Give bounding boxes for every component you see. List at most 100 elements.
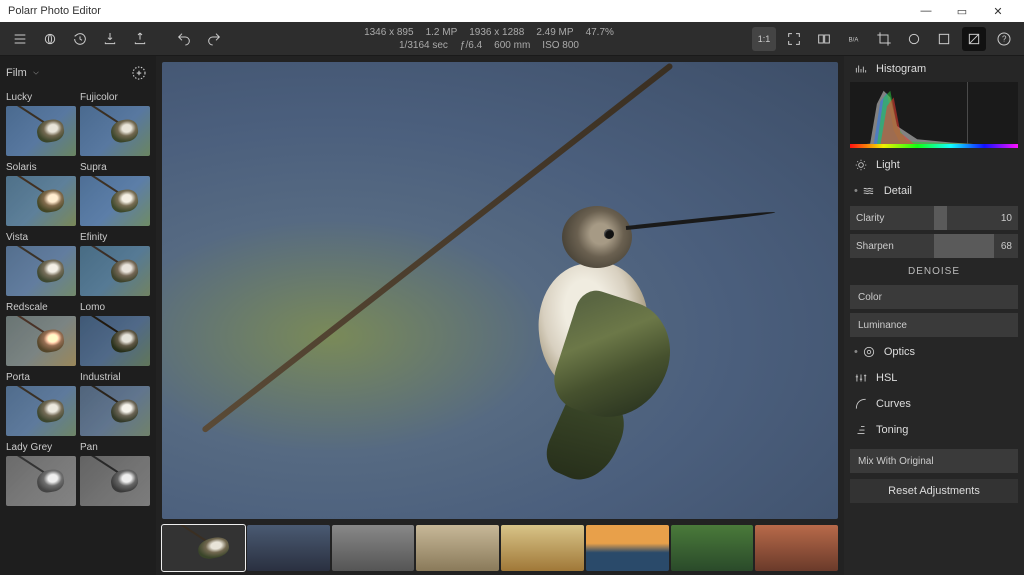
import-button[interactable] bbox=[98, 27, 122, 51]
filter-thumb bbox=[6, 316, 76, 366]
toning-panel-header[interactable]: Toning bbox=[844, 417, 1024, 443]
film-thumb[interactable] bbox=[586, 525, 669, 571]
detail-panel-header[interactable]: Detail bbox=[844, 178, 1024, 204]
undo-button[interactable] bbox=[172, 27, 196, 51]
filter-thumb bbox=[80, 456, 150, 506]
curves-icon bbox=[854, 397, 868, 411]
histogram-icon bbox=[854, 62, 868, 76]
filter-thumb bbox=[80, 386, 150, 436]
svg-text:B/A: B/A bbox=[849, 37, 859, 43]
filter-item-lomo[interactable]: Lomo bbox=[80, 300, 150, 366]
filter-thumb bbox=[6, 106, 76, 156]
filter-item-supra[interactable]: Supra bbox=[80, 160, 150, 226]
maximize-button[interactable]: ▭ bbox=[944, 5, 980, 18]
lens-icon[interactable] bbox=[38, 27, 62, 51]
filter-label: Pan bbox=[80, 440, 150, 456]
radial-mask-button[interactable] bbox=[902, 27, 926, 51]
denoise-color-slider[interactable]: Color bbox=[850, 285, 1018, 309]
close-button[interactable]: ✕ bbox=[980, 5, 1016, 18]
filter-label: Solaris bbox=[6, 160, 76, 176]
light-panel-header[interactable]: Light bbox=[844, 152, 1024, 178]
filter-thumb bbox=[80, 106, 150, 156]
crop-button[interactable] bbox=[872, 27, 896, 51]
hsl-panel-header[interactable]: HSL bbox=[844, 365, 1024, 391]
filter-label: Vista bbox=[6, 230, 76, 246]
menu-button[interactable] bbox=[8, 27, 32, 51]
film-thumb[interactable] bbox=[671, 525, 754, 571]
filter-label: Lomo bbox=[80, 300, 150, 316]
filter-item-efinity[interactable]: Efinity bbox=[80, 230, 150, 296]
adjustments-sidebar: Histogram Light Detail Clarity 10 bbox=[844, 56, 1024, 575]
filter-label: Porta bbox=[6, 370, 76, 386]
filter-item-solaris[interactable]: Solaris bbox=[6, 160, 76, 226]
filters-sidebar: Film LuckyFujicolor SolarisSupra VistaEfin… bbox=[0, 56, 156, 575]
aperture-icon bbox=[862, 345, 876, 359]
filter-label: Redscale bbox=[6, 300, 76, 316]
filter-thumb bbox=[6, 246, 76, 296]
filter-item-pan[interactable]: Pan bbox=[80, 440, 150, 506]
film-thumb[interactable] bbox=[247, 525, 330, 571]
filter-label: Fujicolor bbox=[80, 90, 150, 106]
help-button[interactable]: ? bbox=[992, 27, 1016, 51]
history-button[interactable] bbox=[68, 27, 92, 51]
film-thumb[interactable] bbox=[755, 525, 838, 571]
photo-canvas[interactable] bbox=[162, 62, 838, 519]
filter-label: Supra bbox=[80, 160, 150, 176]
zoom-1to1-button[interactable]: 1:1 bbox=[752, 27, 776, 51]
optics-panel-header[interactable]: Optics bbox=[844, 339, 1024, 365]
chevron-down-icon bbox=[31, 68, 41, 78]
denoise-section-title: DENOISE bbox=[844, 260, 1024, 283]
gradient-mask-button[interactable] bbox=[932, 27, 956, 51]
filter-label: Lady Grey bbox=[6, 440, 76, 456]
film-thumb[interactable] bbox=[501, 525, 584, 571]
histogram-header[interactable]: Histogram bbox=[844, 56, 1024, 82]
filter-category-dropdown[interactable]: Film bbox=[6, 67, 41, 79]
title-bar: Polarr Photo Editor — ▭ ✕ bbox=[0, 0, 1024, 22]
svg-text:?: ? bbox=[1002, 34, 1007, 43]
denoise-luminance-slider[interactable]: Luminance bbox=[850, 313, 1018, 337]
sharpen-slider[interactable]: Sharpen 68 bbox=[850, 234, 1018, 258]
before-after-button[interactable]: B/A bbox=[842, 27, 866, 51]
filter-item-fujicolor[interactable]: Fujicolor bbox=[80, 90, 150, 156]
top-toolbar: 1346 x 8951.2 MP 1936 x 12882.49 MP 47.7… bbox=[0, 22, 1024, 56]
filter-item-lady-grey[interactable]: Lady Grey bbox=[6, 440, 76, 506]
filter-thumb bbox=[80, 316, 150, 366]
film-strip bbox=[156, 525, 844, 575]
add-filter-button[interactable] bbox=[128, 62, 150, 84]
sliders-icon bbox=[854, 371, 868, 385]
filter-label: Efinity bbox=[80, 230, 150, 246]
canvas-area bbox=[156, 56, 844, 575]
sun-icon bbox=[854, 158, 868, 172]
window-title: Polarr Photo Editor bbox=[8, 5, 101, 17]
film-thumb[interactable] bbox=[162, 525, 245, 571]
filter-thumb bbox=[6, 456, 76, 506]
filter-thumb bbox=[6, 386, 76, 436]
detail-icon bbox=[862, 184, 876, 198]
reset-adjustments-button[interactable]: Reset Adjustments bbox=[850, 479, 1018, 503]
filter-thumb bbox=[80, 246, 150, 296]
mix-with-original-button[interactable]: Mix With Original bbox=[850, 449, 1018, 473]
curves-panel-header[interactable]: Curves bbox=[844, 391, 1024, 417]
filter-item-lucky[interactable]: Lucky bbox=[6, 90, 76, 156]
filter-label: Industrial bbox=[80, 370, 150, 386]
clarity-slider[interactable]: Clarity 10 bbox=[850, 206, 1018, 230]
adjustments-button[interactable] bbox=[962, 27, 986, 51]
filter-item-porta[interactable]: Porta bbox=[6, 370, 76, 436]
filter-item-redscale[interactable]: Redscale bbox=[6, 300, 76, 366]
image-meta: 1346 x 8951.2 MP 1936 x 12882.49 MP 47.7… bbox=[232, 27, 746, 51]
filter-thumb bbox=[80, 176, 150, 226]
histogram-display bbox=[850, 82, 1018, 148]
filter-thumb bbox=[6, 176, 76, 226]
filter-label: Lucky bbox=[6, 90, 76, 106]
film-thumb[interactable] bbox=[416, 525, 499, 571]
film-thumb[interactable] bbox=[332, 525, 415, 571]
fullscreen-button[interactable] bbox=[782, 27, 806, 51]
sparkle-plus-icon bbox=[130, 64, 148, 82]
filter-item-industrial[interactable]: Industrial bbox=[80, 370, 150, 436]
redo-button[interactable] bbox=[202, 27, 226, 51]
compare-button[interactable] bbox=[812, 27, 836, 51]
export-button[interactable] bbox=[128, 27, 152, 51]
toning-icon bbox=[854, 423, 868, 437]
minimize-button[interactable]: — bbox=[908, 5, 944, 17]
filter-item-vista[interactable]: Vista bbox=[6, 230, 76, 296]
